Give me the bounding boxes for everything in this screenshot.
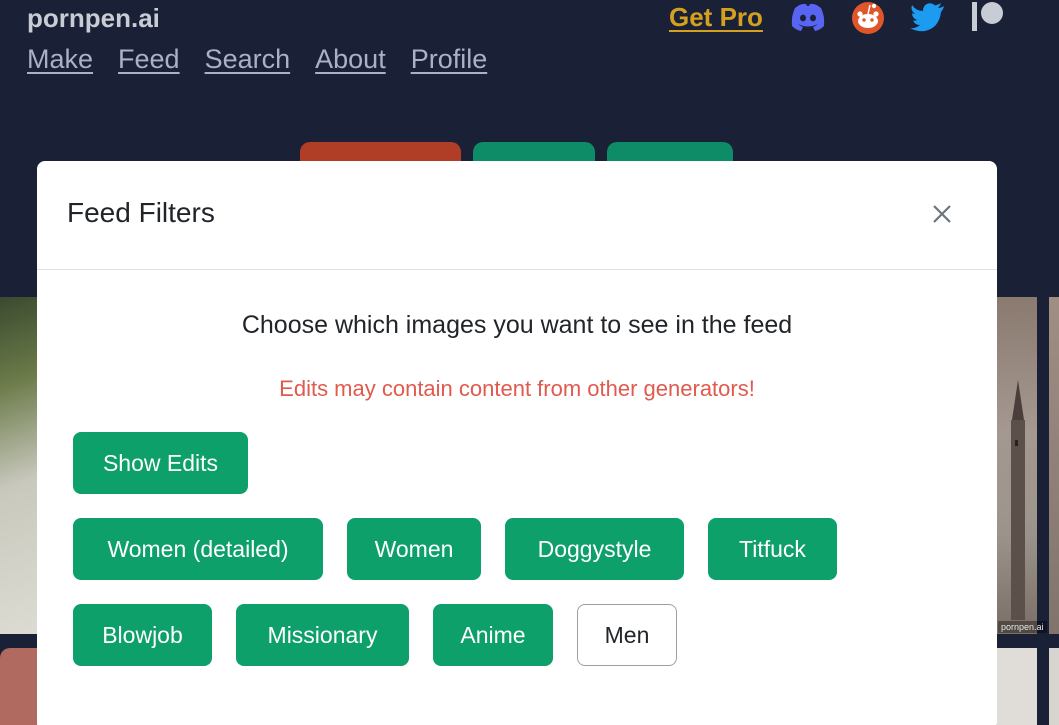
get-pro-link[interactable]: Get Pro	[669, 2, 763, 33]
main-nav: Make Feed Search About Profile	[27, 44, 487, 75]
filter-women-button[interactable]: Women	[347, 518, 481, 580]
nav-feed-link[interactable]: Feed	[118, 44, 180, 75]
filter-blowjob-button[interactable]: Blowjob	[73, 604, 212, 666]
filter-missionary-button[interactable]: Missionary	[236, 604, 409, 666]
feed-image-thumbnail	[997, 648, 1037, 725]
close-icon[interactable]	[927, 199, 957, 229]
modal-header: Feed Filters	[37, 161, 997, 270]
filter-anime-button[interactable]: Anime	[433, 604, 553, 666]
filter-women-detailed-button[interactable]: Women (detailed)	[73, 518, 323, 580]
filter-instructions: Choose which images you want to see in t…	[241, 311, 793, 339]
discord-icon[interactable]	[789, 0, 827, 34]
edits-warning: Edits may contain content from other gen…	[279, 376, 755, 401]
feed-image-thumbnail	[0, 297, 40, 634]
feed-image-thumbnail	[1049, 648, 1059, 725]
twitter-icon[interactable]	[909, 0, 947, 34]
feed-image-thumbnail	[0, 648, 40, 725]
reddit-icon[interactable]	[850, 0, 888, 34]
patreon-icon[interactable]	[970, 0, 1008, 34]
nav-search-link[interactable]: Search	[205, 44, 291, 75]
feed-filters-modal: Feed Filters Choose which images you wan…	[37, 161, 997, 725]
nav-profile-link[interactable]: Profile	[411, 44, 488, 75]
site-logo[interactable]: pornpen.ai	[27, 3, 160, 34]
nav-make-link[interactable]: Make	[27, 44, 93, 75]
nav-about-link[interactable]: About	[315, 44, 386, 75]
show-edits-button[interactable]: Show Edits	[73, 432, 248, 494]
filter-doggystyle-button[interactable]: Doggystyle	[505, 518, 684, 580]
modal-title: Feed Filters	[67, 197, 215, 228]
image-watermark: pornpen.ai	[998, 621, 1047, 633]
filter-titfuck-button[interactable]: Titfuck	[708, 518, 837, 580]
filter-men-button[interactable]: Men	[577, 604, 677, 666]
tower-silhouette	[1011, 380, 1025, 620]
feed-image-thumbnail	[1049, 297, 1059, 634]
